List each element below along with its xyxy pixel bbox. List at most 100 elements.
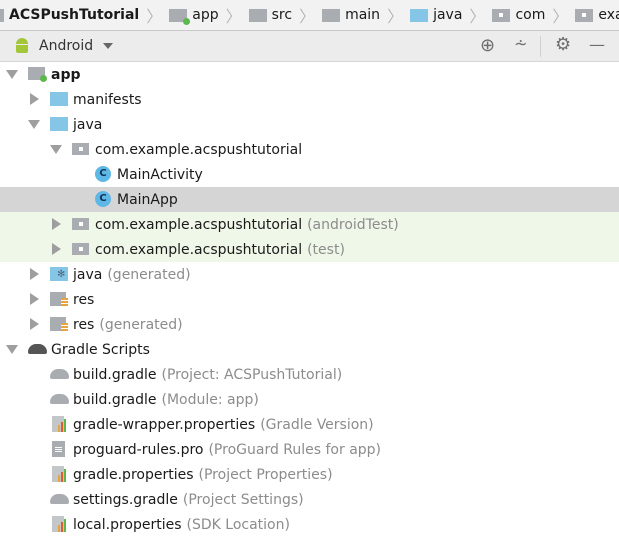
tree-item[interactable]: app — [0, 62, 619, 87]
tree-item-text: settings.gradle (Project Settings) — [73, 492, 304, 508]
tree-item[interactable]: local.properties (SDK Location) — [0, 512, 619, 537]
tree-item[interactable]: gradle.properties (Project Properties) — [0, 462, 619, 487]
breadcrumb-separator: 〉 — [387, 7, 404, 26]
tree-item[interactable]: res (generated) — [0, 312, 619, 337]
collapse-arrow-icon[interactable] — [52, 218, 61, 230]
tree-item[interactable]: C MainActivity — [0, 162, 619, 187]
gradle-icon — [28, 341, 47, 357]
package-icon — [72, 241, 90, 257]
tree-item[interactable]: build.gradle (Module: app) — [0, 387, 619, 412]
gear-icon[interactable]: ⚙ — [555, 34, 571, 55]
breadcrumb-separator: 〉 — [299, 7, 316, 26]
tree-item[interactable]: java — [0, 112, 619, 137]
tree-item-label: java — [73, 266, 103, 283]
package-icon — [575, 8, 594, 22]
breadcrumb-separator: 〉 — [469, 7, 486, 26]
tree-item-suffix: (Project: ACSPushTutorial) — [161, 366, 343, 383]
collapse-all-icon[interactable]: ⩪ — [514, 34, 527, 53]
breadcrumb-item[interactable]: app — [169, 7, 219, 25]
breadcrumb-label: app — [192, 7, 219, 23]
tree-item[interactable]: com.example.acspushtutorial — [0, 137, 619, 162]
breadcrumb-item[interactable]: java — [410, 7, 462, 23]
package-icon — [72, 141, 90, 157]
module-folder-icon — [169, 8, 191, 25]
tree-item-text: Gradle Scripts — [51, 342, 150, 358]
tree-item[interactable]: proguard-rules.pro (ProGuard Rules for ap… — [0, 437, 619, 462]
toolbar-divider — [540, 36, 541, 57]
android-icon — [14, 37, 30, 55]
breadcrumb-label: main — [345, 7, 381, 23]
resource-folder-icon — [50, 291, 68, 307]
tree-item-suffix: (SDK Location) — [186, 516, 290, 533]
tree-item-text: com.example.acspushtutorial (androidTest) — [95, 217, 399, 233]
tree-item[interactable]: C MainApp — [0, 187, 619, 212]
view-selector[interactable]: Android — [39, 38, 93, 54]
text-file-icon — [50, 441, 68, 457]
chevron-down-icon[interactable] — [103, 43, 114, 49]
expand-arrow-icon[interactable] — [6, 345, 18, 354]
tree-item[interactable]: Gradle Scripts — [0, 337, 619, 362]
tree-item-text: res (generated) — [73, 317, 183, 333]
folder-icon — [248, 8, 267, 22]
tree-item-text: java — [73, 117, 102, 133]
tree-item-label: local.properties — [73, 516, 182, 533]
project-toolbar: Android ⊕ ⩪ ⚙ — — [0, 31, 619, 62]
gradle-file-icon — [50, 366, 69, 382]
breadcrumb-item[interactable]: src — [248, 7, 292, 23]
tree-item[interactable]: ✻ java (generated) — [0, 262, 619, 287]
tree-item-text: build.gradle (Module: app) — [73, 392, 259, 408]
tree-item-suffix: (test) — [307, 241, 345, 258]
folder-icon — [50, 116, 68, 132]
tree-item[interactable]: res — [0, 287, 619, 312]
minimize-icon[interactable]: — — [589, 35, 605, 54]
tree-item-label: res — [73, 291, 95, 308]
tree-item-label: com.example.acspushtutorial — [95, 216, 303, 233]
tree-item-label: build.gradle — [73, 366, 157, 383]
tree-item[interactable]: com.example.acspushtutorial (androidTest) — [0, 212, 619, 237]
breadcrumb-item[interactable]: ACSPushTutorial — [0, 7, 140, 23]
module-folder-icon — [28, 66, 47, 82]
collapse-arrow-icon[interactable] — [52, 243, 61, 255]
tree-item-suffix: (Module: app) — [161, 391, 259, 408]
collapse-arrow-icon[interactable] — [30, 268, 39, 280]
tree-item-label: MainApp — [117, 191, 178, 208]
breadcrumb-item[interactable]: main — [322, 7, 380, 23]
properties-file-icon — [50, 516, 68, 532]
locate-icon[interactable]: ⊕ — [480, 35, 495, 56]
tree-item-text: proguard-rules.pro (ProGuard Rules for ap… — [73, 442, 381, 458]
tree-item[interactable]: gradle-wrapper.properties (Gradle Version… — [0, 412, 619, 437]
expand-arrow-icon[interactable] — [28, 120, 40, 129]
tree-item-text: java (generated) — [73, 267, 191, 283]
tree-item-label: manifests — [73, 91, 142, 108]
tree-item-text: app — [51, 67, 81, 83]
tree-item-suffix: (generated) — [107, 266, 191, 283]
breadcrumb-label: ACSPushTutorial — [9, 7, 140, 23]
class-icon: C — [94, 166, 112, 182]
tree-item[interactable]: com.example.acspushtutorial (test) — [0, 237, 619, 262]
tree-item-text: com.example.acspushtutorial (test) — [95, 242, 345, 258]
expand-arrow-icon[interactable] — [50, 145, 62, 154]
package-icon — [492, 8, 511, 22]
tree-item-suffix: (ProGuard Rules for app) — [208, 441, 382, 458]
tree-item[interactable]: build.gradle (Project: ACSPushTutorial) — [0, 362, 619, 387]
tree-item[interactable]: settings.gradle (Project Settings) — [0, 487, 619, 512]
tree-item[interactable]: manifests — [0, 87, 619, 112]
tree-item-label: settings.gradle — [73, 491, 178, 508]
tree-item-suffix: (generated) — [99, 316, 183, 333]
tree-item-label: gradle-wrapper.properties — [73, 416, 256, 433]
tree-item-label: java — [73, 116, 103, 133]
resource-folder-icon — [50, 316, 68, 332]
collapse-arrow-icon[interactable] — [30, 293, 39, 305]
generated-folder-icon: ✻ — [50, 266, 68, 282]
breadcrumb-label: java — [433, 7, 463, 23]
breadcrumb-item[interactable]: com — [492, 7, 545, 23]
tree-item-label: app — [51, 66, 81, 83]
tree-item-suffix: (Gradle Version) — [260, 416, 374, 433]
collapse-arrow-icon[interactable] — [30, 318, 39, 330]
tree-item-text: manifests — [73, 92, 142, 108]
collapse-arrow-icon[interactable] — [30, 93, 39, 105]
breadcrumb-separator: 〉 — [552, 7, 569, 26]
breadcrumb-item[interactable]: example — [575, 7, 619, 23]
expand-arrow-icon[interactable] — [6, 70, 18, 79]
tree-item-text: gradle.properties (Project Properties) — [73, 467, 333, 483]
